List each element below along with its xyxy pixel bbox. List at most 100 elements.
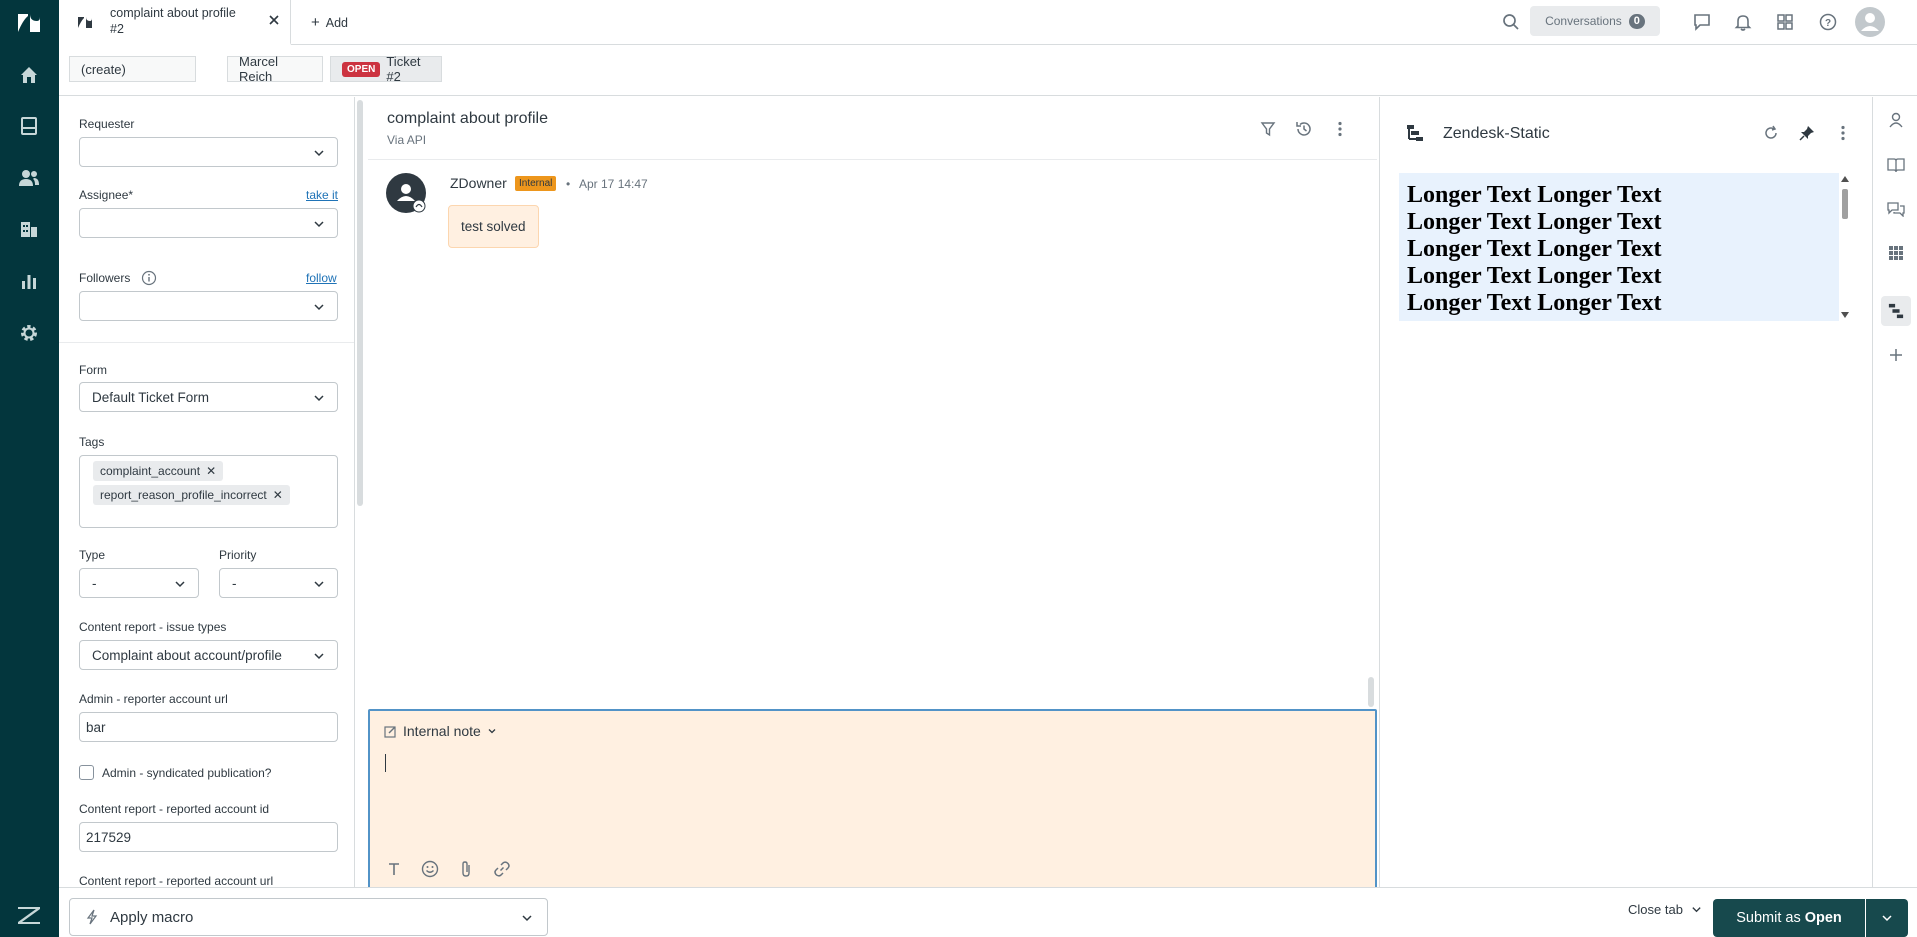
close-tab-button[interactable]: Close tab <box>1628 902 1702 917</box>
apply-macro-label: Apply macro <box>110 908 194 926</box>
info-icon[interactable] <box>141 270 157 286</box>
zendesk-logo-icon[interactable] <box>14 8 44 38</box>
home-icon[interactable] <box>14 60 44 90</box>
more-icon[interactable] <box>1833 123 1853 143</box>
message-author[interactable]: ZDowner <box>450 175 507 191</box>
knowledge-icon[interactable] <box>1885 154 1907 176</box>
composer-mode-dropdown[interactable]: Internal note <box>384 723 497 739</box>
history-icon[interactable] <box>1294 119 1314 139</box>
reporting-icon[interactable] <box>14 266 44 296</box>
breadcrumb: (create) Marcel Reich OPEN Ticket #2 <box>59 46 1917 96</box>
ticket-tab[interactable]: complaint about profile #2 <box>59 0 291 45</box>
close-tab-icon[interactable] <box>268 14 280 26</box>
search-icon[interactable] <box>1498 9 1524 35</box>
remove-tag-icon[interactable]: ✕ <box>206 464 216 478</box>
followers-label: Followers <box>79 271 131 285</box>
followers-select[interactable] <box>79 291 338 321</box>
form-label: Form <box>79 363 107 377</box>
plus-icon[interactable] <box>1885 344 1907 366</box>
syndicated-label: Admin - syndicated publication? <box>102 766 272 780</box>
close-tab-label: Close tab <box>1628 902 1683 917</box>
submit-options-button[interactable] <box>1866 899 1908 937</box>
breadcrumb-ticket-label: Ticket #2 <box>386 54 421 84</box>
app-zendesk-static-icon[interactable] <box>1881 296 1911 326</box>
add-tab-button[interactable]: + Add <box>311 0 348 45</box>
pin-icon[interactable] <box>1797 123 1817 143</box>
submit-button[interactable]: Submit as Open <box>1713 899 1865 937</box>
remove-tag-icon[interactable]: ✕ <box>273 488 283 502</box>
apps-icon[interactable] <box>1885 242 1907 264</box>
app-text-line: Longer Text Longer Text <box>1407 182 1662 208</box>
refresh-icon[interactable] <box>1761 123 1781 143</box>
emoji-icon[interactable] <box>420 859 440 879</box>
take-it-link[interactable]: take it <box>306 188 338 202</box>
bell-icon[interactable] <box>1730 9 1756 35</box>
admin-gear-icon[interactable] <box>14 318 44 348</box>
views-icon[interactable] <box>14 111 44 141</box>
chat-icon[interactable] <box>1689 9 1715 35</box>
plus-icon: + <box>311 14 320 31</box>
app-scrollbar[interactable] <box>1839 173 1851 321</box>
conversations-count: 0 <box>1628 13 1645 29</box>
issue-types-select[interactable]: Complaint about account/profile <box>79 640 338 670</box>
profile-icon[interactable] <box>1854 6 1886 38</box>
chevron-down-icon <box>1692 907 1701 913</box>
priority-select[interactable]: - <box>219 568 338 598</box>
tag-text: report_reason_profile_incorrect <box>100 488 267 502</box>
more-icon[interactable] <box>1330 119 1350 139</box>
text-format-icon[interactable] <box>384 859 404 879</box>
help-icon[interactable]: ? <box>1815 9 1841 35</box>
svg-text:?: ? <box>1825 18 1831 29</box>
avatar[interactable] <box>386 173 426 213</box>
tags-input[interactable]: complaint_account ✕ report_reason_profil… <box>79 455 338 528</box>
reported-url-label: Content report - reported account url <box>79 874 274 887</box>
requester-select[interactable] <box>79 137 338 167</box>
chevron-down-icon <box>314 221 324 228</box>
breadcrumb-ticket[interactable]: OPEN Ticket #2 <box>330 54 442 84</box>
user-icon[interactable] <box>1885 109 1907 131</box>
reporter-url-input[interactable]: bar <box>79 712 338 742</box>
apps-grid-icon[interactable] <box>1772 9 1798 35</box>
breadcrumb-user[interactable]: Marcel Reich <box>227 54 323 84</box>
link-icon[interactable] <box>492 859 512 879</box>
tags-label: Tags <box>79 435 105 449</box>
customers-icon[interactable] <box>14 163 44 193</box>
tag-text: complaint_account <box>100 464 201 478</box>
syndicated-checkbox[interactable] <box>79 765 94 780</box>
add-tab-label: Add <box>325 15 349 30</box>
conversation-scrollbar[interactable] <box>1368 677 1374 707</box>
assignee-select[interactable] <box>79 208 338 238</box>
chevron-down-icon <box>314 150 324 157</box>
ticket-channel: Via API <box>387 133 427 147</box>
divider <box>59 342 354 343</box>
context-rail <box>1872 97 1917 887</box>
properties-scrollbar[interactable] <box>357 100 363 506</box>
form-select[interactable]: Default Ticket Form <box>79 382 338 412</box>
message-date: Apr 17 14:47 <box>579 177 648 191</box>
message-bubble: test solved <box>448 205 539 248</box>
reported-id-input[interactable]: 217529 <box>79 822 338 852</box>
organizations-icon[interactable] <box>14 214 44 244</box>
type-value: - <box>92 575 97 591</box>
app-iframe[interactable]: Longer Text Longer Text Longer Text Long… <box>1399 173 1839 321</box>
assignee-label: Assignee* <box>79 188 134 202</box>
submit-status: Open <box>1804 910 1842 926</box>
chevron-down-icon <box>314 653 324 660</box>
composer[interactable]: Internal note <box>368 709 1377 891</box>
priority-label: Priority <box>219 548 257 562</box>
conversations-button[interactable]: Conversations 0 <box>1530 6 1660 36</box>
chevron-down-icon <box>488 729 496 734</box>
app-text-line: Longer Text Longer Text <box>1407 263 1662 289</box>
app-text-line: Longer Text Longer Text <box>1407 236 1662 262</box>
breadcrumb-create[interactable]: (create) <box>69 56 196 82</box>
app-zendesk-static-icon <box>1406 124 1424 142</box>
type-select[interactable]: - <box>79 568 199 598</box>
follow-link[interactable]: follow <box>306 271 337 285</box>
attachment-icon[interactable] <box>456 859 476 879</box>
bolt-icon <box>86 909 98 925</box>
conversations-label: Conversations <box>1545 14 1622 28</box>
apply-macro-select[interactable]: Apply macro <box>69 898 548 936</box>
filter-icon[interactable] <box>1258 119 1278 139</box>
form-value: Default Ticket Form <box>92 389 210 405</box>
conversations-icon[interactable] <box>1885 198 1907 220</box>
